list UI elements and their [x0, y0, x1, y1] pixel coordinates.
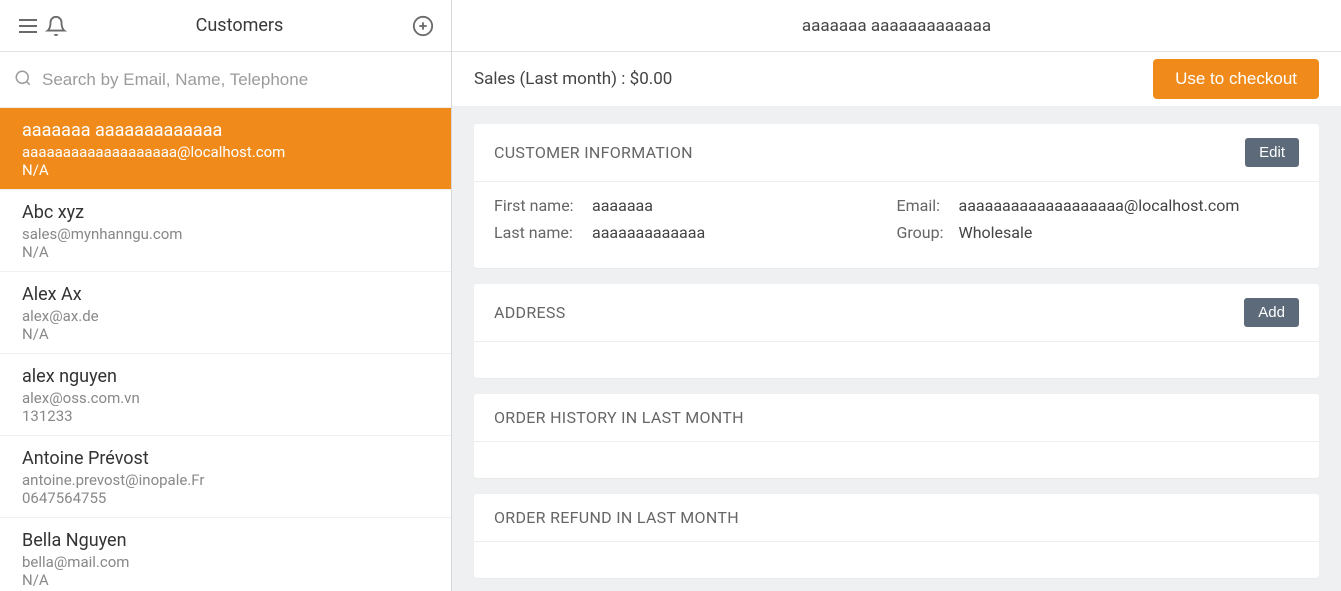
first-name-label: First name:: [494, 196, 586, 215]
customer-name: Antoine Prévost: [22, 448, 429, 469]
left-panel: Customers aaaaaaa aaaaaaaaaaaaa aaaaaaaaa…: [0, 0, 452, 591]
customer-item[interactable]: alex nguyen alex@oss.com.vn131233: [0, 354, 451, 436]
customer-phone: 0647564755: [22, 489, 429, 507]
detail-header: aaaaaaa aaaaaaaaaaaaa: [452, 0, 1341, 52]
search-row: [0, 52, 451, 108]
sales-text: Sales (Last month) : $0.00: [474, 69, 672, 89]
search-input[interactable]: [42, 70, 437, 90]
email-label: Email:: [897, 196, 953, 215]
customer-email: bella@mail.com: [22, 553, 429, 571]
customer-phone: N/A: [22, 325, 429, 343]
customer-name: Bella Nguyen: [22, 530, 429, 551]
customer-phone: N/A: [22, 571, 429, 589]
sales-bar: Sales (Last month) : $0.00 Use to checko…: [452, 52, 1341, 106]
group-label: Group:: [897, 223, 953, 242]
order-refund-card: ORDER REFUND IN LAST MONTH: [474, 494, 1319, 578]
customer-name: Alex Ax: [22, 284, 429, 305]
customer-name: aaaaaaa aaaaaaaaaaaaa: [22, 120, 429, 141]
customer-item[interactable]: Alex Ax alex@ax.deN/A: [0, 272, 451, 354]
customer-email: alex@oss.com.vn: [22, 389, 429, 407]
customer-item[interactable]: aaaaaaa aaaaaaaaaaaaa aaaaaaaaaaaaaaaaaaa…: [0, 108, 451, 190]
customer-phone: 131233: [22, 407, 429, 425]
card-title-info: CUSTOMER INFORMATION: [494, 143, 1245, 162]
customer-phone: N/A: [22, 161, 429, 179]
page-title: Customers: [70, 15, 409, 36]
email-value: aaaaaaaaaaaaaaaaaaa@localhost.com: [959, 196, 1240, 215]
customer-name: Abc xyz: [22, 202, 429, 223]
card-title-address: ADDRESS: [494, 303, 1244, 322]
left-header: Customers: [0, 0, 451, 52]
search-icon: [14, 69, 32, 91]
menu-icon[interactable]: [14, 12, 42, 40]
first-name-value: aaaaaaa: [592, 196, 653, 215]
add-customer-icon[interactable]: [409, 12, 437, 40]
card-title-order-history: ORDER HISTORY IN LAST MONTH: [494, 408, 1299, 427]
customer-email: alex@ax.de: [22, 307, 429, 325]
edit-button[interactable]: Edit: [1245, 138, 1299, 167]
group-value: Wholesale: [959, 223, 1033, 242]
last-name-label: Last name:: [494, 223, 586, 242]
customer-phone: N/A: [22, 243, 429, 261]
customer-email: antoine.prevost@inopale.Fr: [22, 471, 429, 489]
card-title-order-refund: ORDER REFUND IN LAST MONTH: [494, 508, 1299, 527]
bell-icon[interactable]: [42, 12, 70, 40]
address-card: ADDRESS Add: [474, 284, 1319, 378]
customer-email: aaaaaaaaaaaaaaaaaaa@localhost.com: [22, 143, 429, 161]
detail-header-title: aaaaaaa aaaaaaaaaaaaa: [802, 16, 991, 36]
order-history-card: ORDER HISTORY IN LAST MONTH: [474, 394, 1319, 478]
customer-list[interactable]: aaaaaaa aaaaaaaaaaaaa aaaaaaaaaaaaaaaaaaa…: [0, 108, 451, 591]
customer-item[interactable]: Bella Nguyen bella@mail.comN/A: [0, 518, 451, 591]
customer-item[interactable]: Antoine Prévost antoine.prevost@inopale.F…: [0, 436, 451, 518]
customer-info-card: CUSTOMER INFORMATION Edit First name: aa…: [474, 124, 1319, 268]
customer-name: alex nguyen: [22, 366, 429, 387]
right-panel: aaaaaaa aaaaaaaaaaaaa Sales (Last month)…: [452, 0, 1341, 591]
customer-email: sales@mynhanngu.com: [22, 225, 429, 243]
add-address-button[interactable]: Add: [1244, 298, 1299, 327]
last-name-value: aaaaaaaaaaaaa: [592, 223, 705, 242]
use-to-checkout-button[interactable]: Use to checkout: [1153, 59, 1319, 99]
customer-item[interactable]: Abc xyz sales@mynhanngu.comN/A: [0, 190, 451, 272]
detail-area[interactable]: CUSTOMER INFORMATION Edit First name: aa…: [452, 106, 1341, 591]
